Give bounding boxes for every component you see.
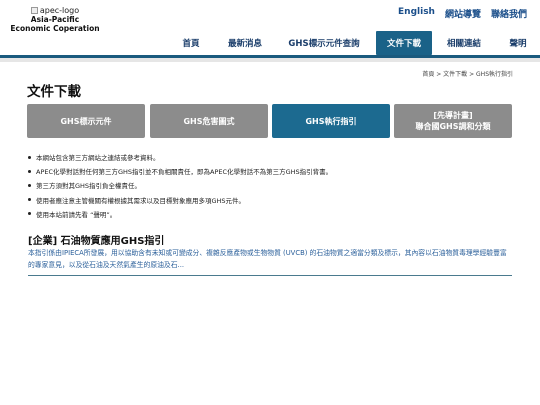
site-header: apec-logo Asia-Pacific Economic Coperati… [0, 0, 540, 57]
nav-item-disclaimer[interactable]: 聲明 [503, 31, 533, 55]
nav-item-links[interactable]: 相關連結 [441, 31, 487, 55]
logo-image: apec-logo [10, 6, 100, 15]
tab-pilot-ghs-classification[interactable]: [先導計畫] 聯合國GHS調和分類 [394, 104, 512, 138]
notice-list: 本網站包含第三方網站之連結或參考資料。 APEC化學對話對任何第三方GHS指引並… [28, 150, 332, 221]
bullet-icon [28, 169, 31, 173]
notice-text: 本網站包含第三方網站之連結或參考資料。 [36, 154, 160, 163]
notice-text: APEC化學對話對任何第三方GHS指引並不負相關責任，即為APEC化學對話不為第… [36, 168, 333, 177]
apec-logo[interactable]: apec-logo Asia-Pacific Economic Coperati… [10, 6, 100, 33]
nav-item-news[interactable]: 最新消息 [222, 31, 268, 55]
broken-image-icon [30, 7, 38, 14]
utility-links: English 網站導覽 聯絡我們 [398, 7, 527, 20]
tab-ghs-guidance[interactable]: GHS執行指引 [272, 104, 390, 138]
list-item: 第三方須對其GHS指引負全權責任。 [28, 178, 332, 192]
bullet-icon [28, 212, 31, 216]
nav-item-home[interactable]: 首頁 [172, 31, 210, 55]
bullet-icon [28, 198, 31, 202]
list-item: APEC化學對話對任何第三方GHS指引並不負相關責任，即為APEC化學對話不為第… [28, 164, 332, 178]
tab-pilot-line-1: [先導計畫] [433, 111, 473, 120]
breadcrumb: 首頁 > 文件下載 > GHS執行指引 [422, 71, 513, 78]
section-divider [28, 275, 512, 276]
section-description[interactable]: 本指引係由IPIECA所發展，用以協助含有未知或可變成分、複雜反應產物或生物物質… [28, 247, 512, 271]
contact-link[interactable]: 聯絡我們 [491, 7, 527, 20]
tab-pilot-line-2: 聯合國GHS調和分類 [415, 122, 491, 131]
list-item: 本網站包含第三方網站之連結或參考資料。 [28, 150, 332, 164]
logo-line-1: Asia-Pacific [30, 15, 80, 24]
tab-ghs-pictograms[interactable]: GHS危害圖式 [150, 104, 268, 138]
tab-ghs-label-elements[interactable]: GHS標示元件 [27, 104, 145, 138]
notice-text: 第三方須對其GHS指引負全權責任。 [36, 182, 142, 191]
download-tabs: GHS標示元件 GHS危害圖式 GHS執行指引 [先導計畫] 聯合國GHS調和分… [27, 104, 513, 138]
list-item: 使用本站前請先看 “聲明”。 [28, 207, 332, 221]
english-link[interactable]: English [398, 7, 435, 20]
bullet-icon [28, 183, 31, 187]
logo-alt-text: apec-logo [39, 6, 80, 15]
list-item: 使用者應注意主管機關有權根據其需求以及目標對象應用多項GHS元件。 [28, 193, 332, 207]
page-title: 文件下載 [27, 84, 81, 100]
bullet-icon [28, 155, 31, 159]
notice-text: 使用者應注意主管機關有權根據其需求以及目標對象應用多項GHS元件。 [36, 196, 246, 205]
notice-text[interactable]: 使用本站前請先看 “聲明”。 [36, 209, 116, 219]
nav-item-ghs-search[interactable]: GHS標示元件查詢 [283, 31, 365, 55]
nav-item-downloads[interactable]: 文件下載 [376, 31, 432, 55]
main-nav: 首頁 最新消息 GHS標示元件查詢 文件下載 相關連結 聲明 [0, 31, 540, 57]
site-guide-link[interactable]: 網站導覽 [445, 7, 481, 20]
section-heading[interactable]: [企業] 石油物質應用GHS指引 [28, 232, 164, 247]
header-band [0, 58, 540, 62]
